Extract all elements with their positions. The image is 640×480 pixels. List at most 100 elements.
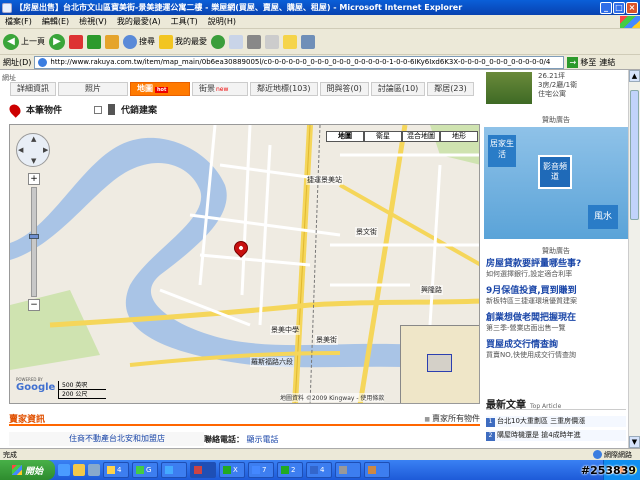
minimize-button[interactable]: _ (600, 1, 612, 14)
scroll-thumb[interactable] (630, 90, 639, 220)
close-button[interactable]: × (626, 1, 638, 14)
mail-icon[interactable] (229, 34, 243, 49)
ad-headline: 創業想做老闆把握現在 (486, 313, 577, 323)
folder-quicklaunch-icon[interactable] (73, 464, 85, 476)
maptype-terrain[interactable]: 地形 (440, 131, 478, 142)
taskbar-item[interactable]: X (219, 462, 245, 478)
agent-phone: 聯絡電話： 顯示電話 (204, 434, 279, 445)
taskbar-item[interactable] (364, 462, 390, 478)
tab-forum[interactable]: 討論區(10) (370, 82, 426, 96)
article-number: 2 (486, 432, 495, 441)
taskbar-item[interactable]: G (132, 462, 158, 478)
map-pan-control[interactable]: ▲ ◀ ▶ ▼ (16, 133, 50, 167)
taskbar-item[interactable]: 7 (248, 462, 274, 478)
menu-view[interactable]: 檢視(V) (74, 16, 112, 27)
show-phone-link[interactable]: 顯示電話 (247, 435, 279, 444)
menu-favorites[interactable]: 我的最愛(A) (112, 16, 166, 27)
refresh-icon[interactable] (87, 34, 101, 49)
property-photo[interactable] (486, 72, 532, 104)
map-overview[interactable] (400, 325, 479, 403)
print-icon[interactable] (247, 34, 261, 49)
menu-edit[interactable]: 編輯(E) (37, 16, 74, 27)
url-input[interactable]: http://www.rakuya.com.tw/item/map_main/0… (34, 55, 565, 69)
menu-tools[interactable]: 工具(T) (166, 16, 203, 27)
zoom-slider-thumb[interactable] (29, 234, 39, 239)
image-id-watermark: #253839 (580, 464, 636, 477)
overview-viewport[interactable] (427, 354, 452, 372)
stop-icon[interactable] (69, 34, 83, 49)
pan-right-icon[interactable]: ▶ (43, 146, 48, 154)
taskbar-item[interactable] (161, 462, 187, 478)
zoom-out-button[interactable]: − (28, 299, 40, 311)
vertical-scrollbar[interactable]: ▲ ▼ (628, 70, 640, 448)
agent-cases-checkbox[interactable] (94, 105, 103, 114)
scroll-down-icon[interactable]: ▼ (629, 436, 640, 448)
scroll-up-icon[interactable]: ▲ (629, 70, 640, 82)
tab-label: 鄰居(23) (434, 84, 467, 93)
tab-neighbors[interactable]: 鄰居(23) (427, 82, 474, 96)
menubar: 檔案(F) 編輯(E) 檢視(V) 我的最愛(A) 工具(T) 說明(H) (0, 15, 640, 29)
ie-quicklaunch-icon[interactable] (58, 464, 70, 476)
article-title: 台北10大重劃區 三重房價漲 (497, 417, 586, 425)
maximize-button[interactable]: □ (613, 1, 625, 14)
forward-button[interactable]: ▶ (49, 33, 65, 50)
desktop-quicklaunch-icon[interactable] (88, 464, 100, 476)
messenger-icon[interactable] (301, 34, 315, 49)
folder-icon[interactable] (283, 34, 297, 49)
back-button[interactable]: ◀ 上一頁 (3, 33, 45, 50)
security-zone: 網際網路 (593, 450, 632, 460)
start-button[interactable]: 開始 (0, 460, 55, 480)
history-icon[interactable] (211, 34, 225, 49)
banner-home-life: 居家生活 (488, 135, 516, 167)
tab-qa[interactable]: 問與答(0) (319, 82, 369, 96)
agent-name[interactable]: 住商不動產台北安和加盟店 (9, 432, 204, 446)
tab-landmarks[interactable]: 鄰近地標(103) (250, 82, 318, 96)
text-ad[interactable]: 創業想做老闆把握現在 第三季-營業店面出售一覽 (486, 310, 626, 333)
pan-left-icon[interactable]: ◀ (18, 146, 23, 154)
window-titlebar[interactable]: 【房屋出售】台北市文山區寶美街-景美捷運公寓二樓 - 樂屋網(買屋、賣屋、購屋、… (0, 0, 640, 15)
tab-photos[interactable]: 照片 (58, 82, 128, 96)
taskbar-item[interactable] (335, 462, 361, 478)
task-count: 4 (320, 466, 325, 474)
taskbar-item[interactable]: 4 (103, 462, 129, 478)
text-ad[interactable]: 買屋成交行情查詢 買賣NO,快使用成交行情查詢 (486, 337, 626, 360)
text-ad[interactable]: 9月保值投資,買到賺到 新板特區三捷運環境優質建案 (486, 283, 626, 306)
go-button[interactable]: → 移至 (567, 56, 596, 68)
links-label[interactable]: 連結 (599, 57, 615, 68)
maptype-satellite[interactable]: 衛星 (364, 131, 402, 142)
sidebar: 26.21坪 3房/2廳/1衛 住宅公寓 贊助廣告 居家生活 影音頻道 風水 贊… (484, 70, 628, 448)
ad-headline: 房屋貸款要評量哪些事? (486, 259, 582, 269)
taskbar-item[interactable]: 2 (277, 462, 303, 478)
latest-title: 最新文章 (486, 400, 526, 411)
folder-icon (107, 466, 115, 474)
pan-down-icon[interactable]: ▼ (31, 157, 36, 165)
menu-file[interactable]: 檔案(F) (0, 16, 37, 27)
taskbar-item[interactable] (190, 462, 216, 478)
google-map[interactable]: 地圖 衛星 混合地圖 地形 ▲ ◀ ▶ ▼ + − 捷運景美站 景美中學 景美街 (9, 124, 480, 404)
map-copyright[interactable]: 地圖資料 ©2009 Kingway - 使用條款 (280, 393, 385, 402)
agent-all-listings-link[interactable]: 賣家所有物件 (424, 413, 480, 424)
edit-icon[interactable] (265, 34, 279, 49)
ad-banner[interactable]: 居家生活 影音頻道 風水 (484, 127, 628, 239)
maptype-map[interactable]: 地圖 (326, 131, 364, 142)
maptype-hybrid[interactable]: 混合地圖 (402, 131, 440, 142)
text-ad[interactable]: 房屋貸款要評量哪些事? 如何選擇銀行,設定適合利率 (486, 256, 626, 279)
favorites-button[interactable]: 我的最愛 (159, 34, 207, 49)
latest-article[interactable]: 1 台北10大重劃區 三重房價漲 (486, 416, 626, 427)
taskbar: 開始 4 G X 7 2 4 (0, 460, 640, 480)
taskbar-item[interactable]: 4 (306, 462, 332, 478)
zoom-slider[interactable] (29, 187, 39, 297)
home-icon[interactable] (105, 34, 119, 49)
latest-article[interactable]: 2 購屋時機還是 搶4成時年進 (486, 430, 626, 441)
google-logo-text: Google (16, 382, 56, 393)
menu-help[interactable]: 說明(H) (203, 16, 241, 27)
agent-info-row: 住商不動產台北安和加盟店 聯絡電話： 顯示電話 (9, 432, 480, 446)
pan-up-icon[interactable]: ▲ (31, 135, 36, 143)
tab-map[interactable]: 地圖 hot (130, 82, 190, 96)
ad-subline: 如何選擇銀行,設定適合利率 (486, 270, 573, 278)
tab-label: 問與答(0) (326, 84, 362, 93)
search-button[interactable]: 搜尋 (123, 34, 155, 49)
zoom-in-button[interactable]: + (28, 173, 40, 185)
tab-details[interactable]: 詳細資訊 (10, 82, 56, 96)
tab-streetview[interactable]: 街景new (192, 82, 248, 96)
